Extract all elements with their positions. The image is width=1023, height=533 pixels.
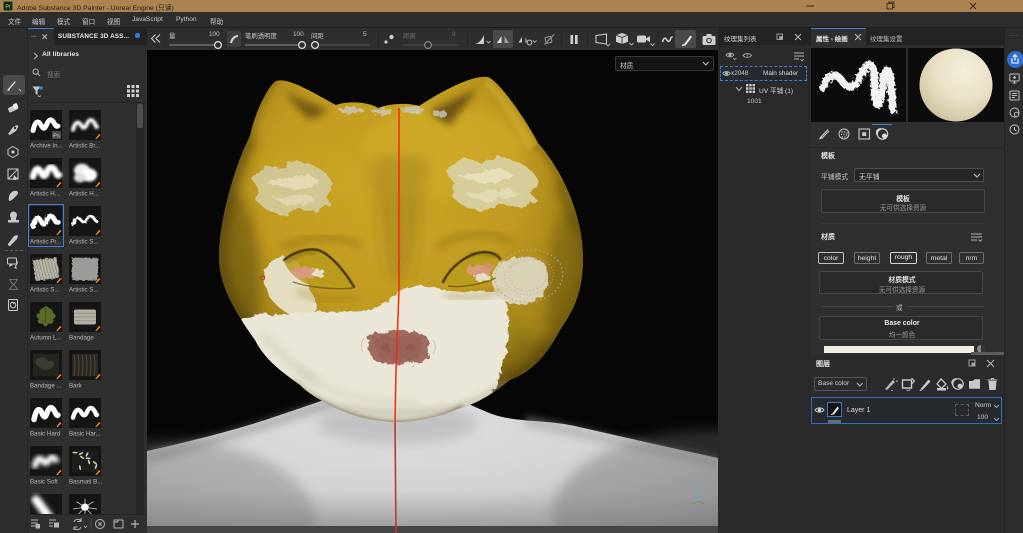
- svg-text:Bandage ...: Bandage ...: [30, 383, 62, 390]
- svg-text:Basic Har...: Basic Har...: [69, 431, 101, 438]
- svg-text:Artistic H...: Artistic H...: [69, 191, 99, 198]
- svg-text:Artistic S...: Artistic S...: [69, 287, 99, 294]
- svg-text:Bark: Bark: [69, 383, 83, 390]
- svg-text:Artistic Br...: Artistic Br...: [69, 143, 101, 150]
- svg-text:Archive In...: Archive In...: [30, 143, 63, 150]
- svg-text:Artistic H...: Artistic H...: [30, 191, 60, 198]
- svg-text:Basic Hard: Basic Hard: [30, 431, 61, 438]
- svg-text:Artistic S...: Artistic S...: [69, 239, 99, 246]
- svg-text:Pt: Pt: [5, 4, 11, 10]
- svg-text:Basmati B...: Basmati B...: [69, 479, 103, 486]
- svg-text:Artistic S...: Artistic S...: [30, 287, 60, 294]
- svg-text:Basic Soft: Basic Soft: [30, 479, 58, 486]
- svg-text:1: 1: [746, 53, 749, 59]
- svg-text:Autumn L...: Autumn L...: [30, 335, 62, 342]
- svg-text:Bandage: Bandage: [69, 335, 94, 342]
- svg-text:Ps: Ps: [53, 134, 60, 140]
- svg-text:Artistic Pr...: Artistic Pr...: [30, 239, 62, 246]
